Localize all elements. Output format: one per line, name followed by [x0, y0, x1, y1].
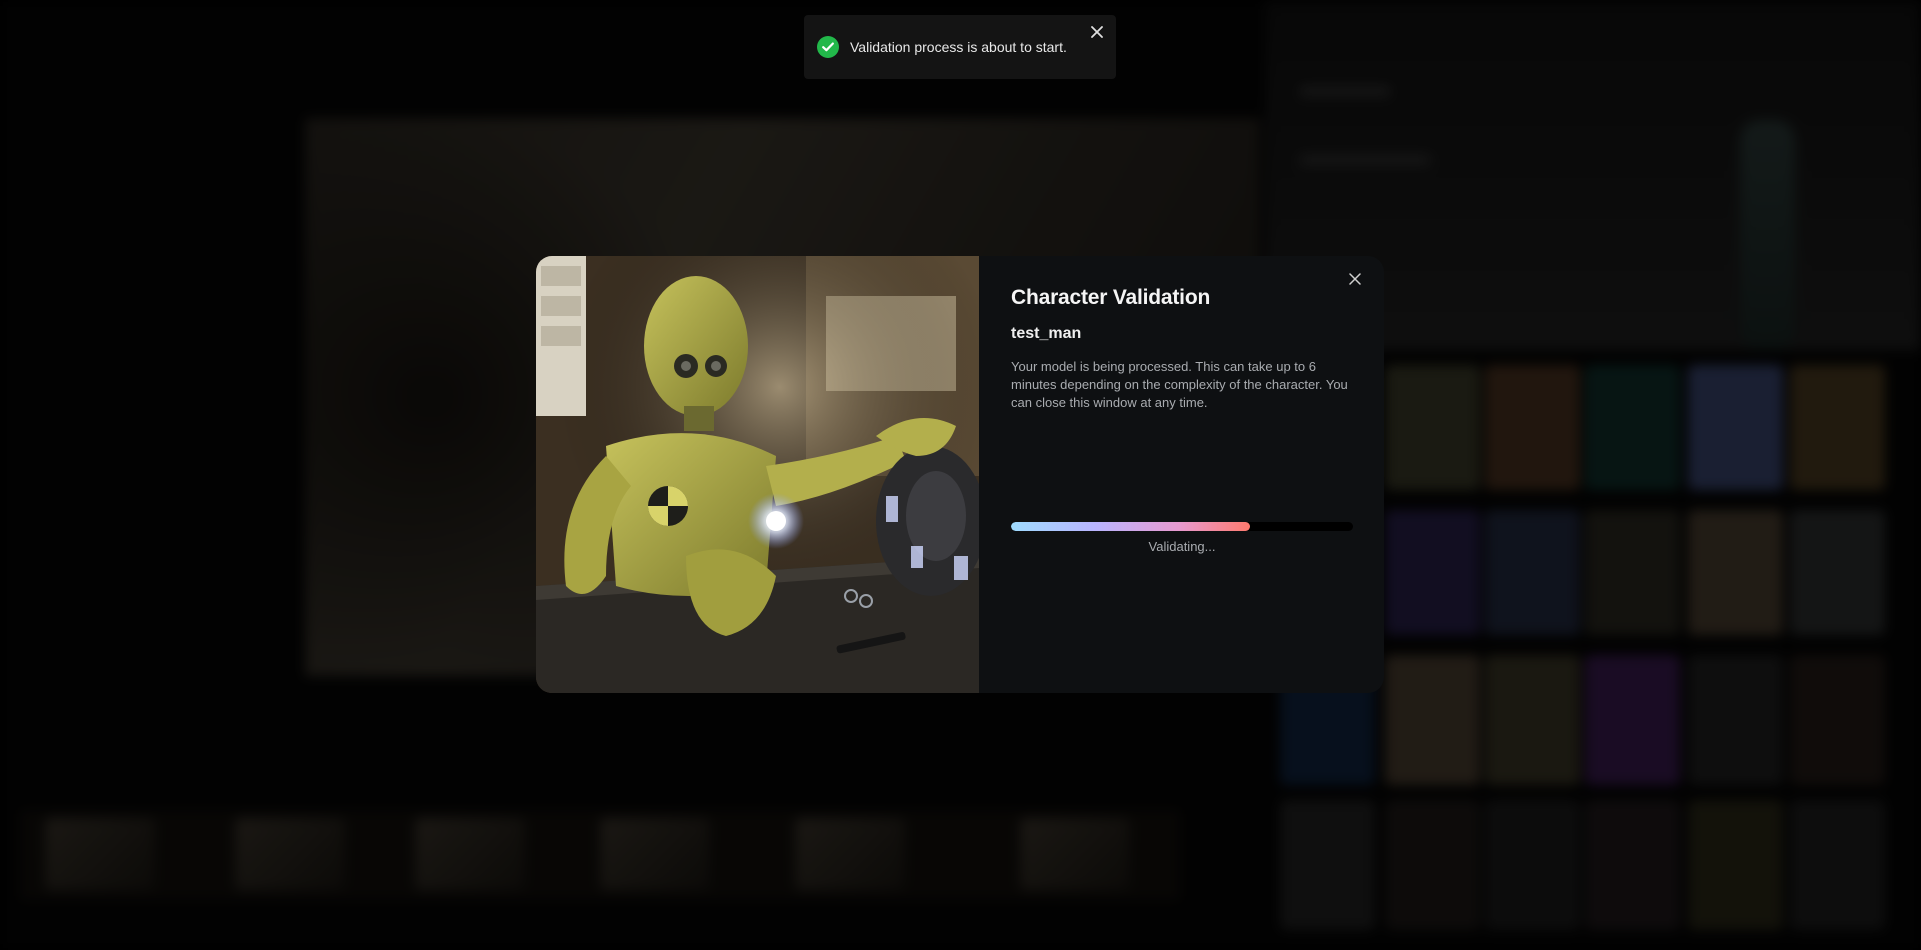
modal-description: Your model is being processed. This can … [1011, 359, 1348, 410]
crash-test-dummy-illustration [536, 256, 979, 693]
check-circle-icon [817, 36, 839, 58]
close-icon[interactable] [1346, 270, 1364, 288]
character-name: test_man [1011, 325, 1082, 342]
validation-progress-bar [1011, 522, 1353, 531]
validation-progress-fill [1011, 522, 1251, 531]
modal-title: Character Validation [1011, 286, 1211, 309]
modal-content: Character Validation test_man Your model… [979, 256, 1384, 693]
character-validation-modal: Character Validation test_man Your model… [536, 256, 1384, 693]
validation-status: Validating... [1148, 539, 1216, 554]
close-icon[interactable] [1088, 24, 1106, 42]
toast-notification: Validation process is about to start. [804, 15, 1116, 79]
toast-message: Validation process is about to start. [850, 39, 1067, 55]
